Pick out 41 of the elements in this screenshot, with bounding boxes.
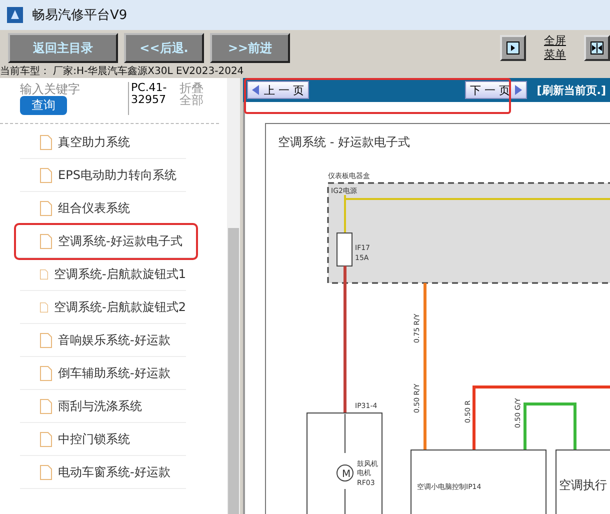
- tree-item[interactable]: 组合仪表系统: [20, 192, 186, 225]
- vehicle-info: 当前车型： 厂家:H-华晨汽车鑫源X30L EV2023-2024: [0, 66, 245, 78]
- tree-item[interactable]: 空调系统-启航款旋钮式1: [20, 258, 186, 291]
- window-title: 畅易汽修平台V9: [32, 7, 128, 24]
- arrow-left-icon: [252, 85, 260, 95]
- fullscreen-menu-link[interactable]: 全屏 菜单: [544, 34, 566, 62]
- document-icon: [40, 432, 52, 446]
- scrollbar[interactable]: [227, 78, 240, 514]
- document-icon: [40, 200, 52, 216]
- app-logo-icon: [6, 6, 24, 24]
- tree-item[interactable]: 真空助力系统: [20, 126, 186, 159]
- expand-panel-button[interactable]: [500, 35, 526, 61]
- document-icon: [40, 300, 48, 314]
- tree-item[interactable]: 空调系统-启航款旋钮式2: [20, 291, 186, 324]
- document-icon: [40, 266, 48, 282]
- tree-item[interactable]: 雨刮与洗涤系统: [20, 390, 186, 423]
- document-icon: [40, 398, 52, 414]
- diagram-label: 空调执行: [559, 478, 607, 492]
- document-icon: [40, 464, 52, 480]
- document-icon: [40, 366, 52, 380]
- arrow-right-icon: [506, 41, 520, 55]
- split-panel-button[interactable]: [584, 35, 610, 61]
- refresh-page-link[interactable]: [刷新当前页.]: [536, 82, 606, 98]
- document-icon: [40, 234, 52, 248]
- split-view-icon: [590, 41, 604, 55]
- search-button[interactable]: 查询: [20, 96, 67, 115]
- document-icon: [40, 168, 52, 182]
- tree-item[interactable]: 音响娱乐系统-好运款: [20, 324, 186, 357]
- diagram-title: 空调系统 - 好运款电子式: [278, 135, 410, 149]
- tree-item[interactable]: 中控门锁系统: [20, 423, 186, 456]
- diagram-label: M: [342, 469, 351, 480]
- tree-item[interactable]: 电动车窗系统-好运款: [20, 456, 186, 489]
- document-icon: [40, 332, 52, 348]
- document-icon: [40, 134, 52, 150]
- tree-item[interactable]: 空调系统-好运款电子式: [16, 225, 196, 258]
- next-page-button[interactable]: 下 一 页: [464, 81, 527, 99]
- code-text: PC.41-32957: [128, 82, 172, 115]
- tree-item[interactable]: EPS电动助力转向系统: [20, 159, 186, 192]
- previous-page-button[interactable]: 上 一 页: [247, 81, 309, 99]
- tree-item[interactable]: 倒车辅助系统-好运款: [20, 357, 186, 390]
- arrow-right-icon: [514, 85, 522, 95]
